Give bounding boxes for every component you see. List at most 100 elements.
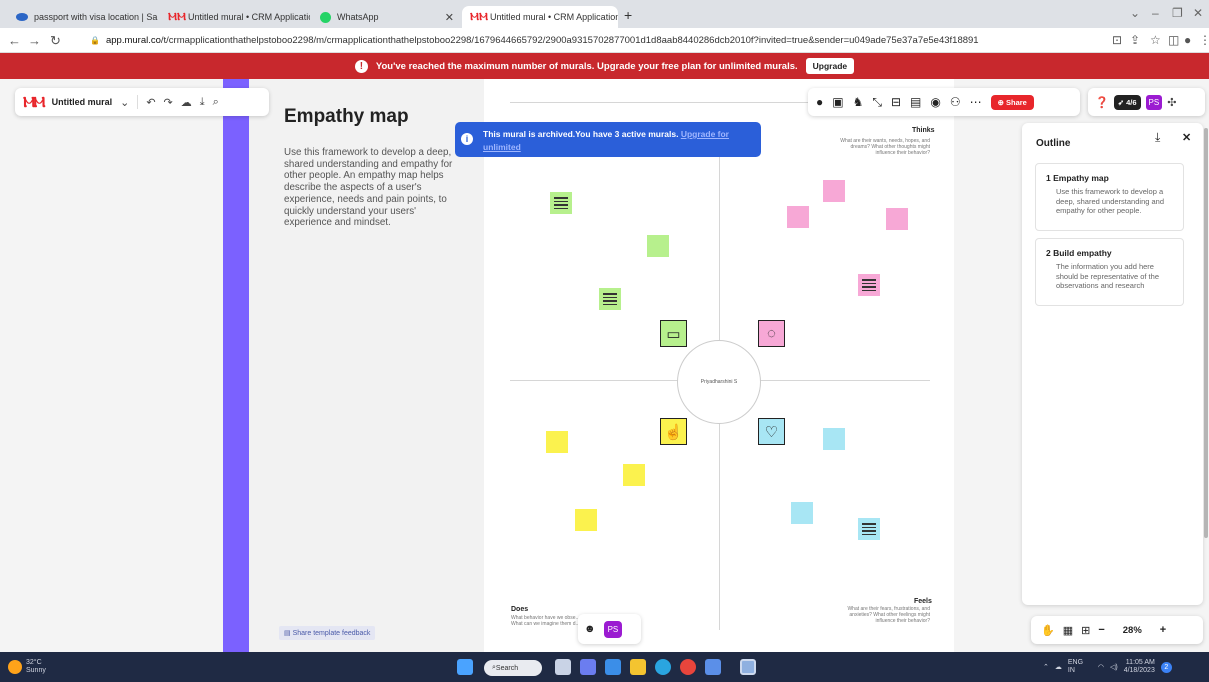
sidepanel-icon[interactable]: ◫ (1168, 33, 1179, 47)
taskbar-search[interactable]: ⌕ Search (484, 660, 542, 676)
scrollbar[interactable] (1204, 128, 1208, 538)
app-active-icon[interactable] (740, 659, 756, 675)
upgrade-banner: ! You've reached the maximum number of m… (0, 53, 1209, 79)
chrome-icon[interactable] (680, 659, 696, 675)
chevron-down-icon[interactable]: ⌄ (1130, 6, 1140, 20)
page-title: Empathy map (284, 106, 409, 127)
outline-item[interactable]: 1 Empathy map Use this framework to deve… (1035, 163, 1184, 231)
sticky-note[interactable] (858, 274, 880, 296)
mural-logo-icon[interactable]: ⲘⲘ (23, 94, 46, 111)
users-icon[interactable]: ⚇ (950, 95, 961, 109)
user-toolbar: ❓ ➶ 4/6 PS ✣ (1088, 88, 1205, 116)
url-field[interactable]: 🔒 app.mural.co/t/crmapplicationthathelps… (90, 32, 1090, 49)
tab-mural-1[interactable]: ⲘⲘ Untitled mural • CRM Application ✕ (160, 6, 310, 28)
sticky-note[interactable] (546, 431, 568, 453)
weather-widget[interactable]: 32°C Sunny (26, 659, 76, 675)
tab-whatsapp[interactable]: WhatsApp ✕ (312, 6, 462, 28)
help-icon[interactable]: ❓ (1095, 96, 1109, 109)
zoom-in-icon[interactable]: + (1160, 624, 1166, 636)
sticky-note[interactable] (858, 518, 880, 540)
upgrade-button[interactable]: Upgrade (805, 58, 855, 74)
chat-app-icon[interactable] (580, 659, 596, 675)
profile-icon[interactable]: ● (1184, 33, 1191, 47)
sticky-note[interactable] (886, 208, 908, 230)
share-feedback-button[interactable]: ▤ Share template feedback (279, 626, 376, 640)
outline-item[interactable]: 2 Build empathy The information you add … (1035, 238, 1184, 306)
share-page-icon[interactable]: ⇪ (1130, 33, 1140, 47)
redo-icon[interactable]: ↷ (164, 96, 173, 109)
sticky-note[interactable] (623, 464, 645, 486)
hand-icon[interactable]: ✋ (1041, 624, 1055, 637)
timer-icon[interactable]: ● (816, 95, 823, 109)
close-icon[interactable]: ✕ (1182, 131, 1191, 144)
window-close-icon[interactable]: ✕ (1193, 6, 1203, 20)
sticky-note[interactable] (647, 235, 669, 257)
tab-passport[interactable]: passport with visa location | Sale ✕ (8, 6, 158, 28)
lock-icon[interactable]: ⊟ (891, 95, 901, 109)
volume-icon[interactable]: ◁) (1110, 663, 1118, 671)
task-view-icon[interactable] (555, 659, 571, 675)
present-icon[interactable]: ▦ (1063, 624, 1073, 637)
windows-start-icon[interactable] (457, 659, 473, 675)
download-icon[interactable]: ⤓ (1155, 130, 1160, 145)
vote-icon[interactable]: ▣ (832, 95, 843, 109)
edge-icon[interactable] (655, 659, 671, 675)
share-button[interactable]: ⊕ Share (990, 94, 1034, 110)
file-explorer-icon[interactable] (630, 659, 646, 675)
sticky-note[interactable] (791, 502, 813, 524)
store-icon[interactable] (605, 659, 621, 675)
undo-icon[interactable]: ↶ (146, 96, 155, 109)
language-indicator[interactable]: ENG IN (1068, 659, 1092, 675)
edge-favicon-icon (16, 13, 28, 21)
avatar[interactable]: PS (603, 620, 623, 638)
restore-icon[interactable]: ❐ (1172, 6, 1183, 20)
sparkle-icon[interactable]: ✣ (1167, 96, 1176, 109)
onboarding-progress[interactable]: ➶ 4/6 (1113, 94, 1141, 110)
new-tab-icon[interactable]: + (624, 7, 632, 23)
back-icon[interactable]: ← (8, 33, 21, 48)
forward-icon[interactable]: → (28, 33, 41, 48)
chat-icon[interactable]: ◉ (930, 95, 940, 109)
avatar[interactable]: PS (1145, 94, 1163, 110)
chevron-up-icon[interactable]: ⌃ (1043, 663, 1049, 671)
template-accent-bar (223, 79, 249, 652)
heart-icon: ♡ (758, 418, 785, 445)
sticky-note[interactable] (823, 428, 845, 450)
weather-icon[interactable] (8, 660, 22, 674)
minimize-icon[interactable]: – (1152, 6, 1159, 20)
search-icon[interactable]: ⌕ (213, 96, 219, 109)
bookmark-star-icon[interactable]: ☆ (1150, 33, 1161, 47)
more-icon[interactable]: ⋯ (970, 95, 982, 109)
sticky-note[interactable] (575, 509, 597, 531)
app-icon[interactable] (705, 659, 721, 675)
download-icon[interactable]: ⤓ (200, 96, 205, 109)
laser-icon[interactable]: ⤡ (872, 95, 882, 110)
sticky-note[interactable] (823, 180, 845, 202)
sticky-note[interactable] (550, 192, 572, 214)
menu-icon[interactable]: ⋮ (1199, 33, 1209, 47)
tab-mural-active[interactable]: ⲘⲘ Untitled mural • CRM Application ✕ (462, 6, 618, 28)
sticky-note[interactable] (599, 288, 621, 310)
cloud-icon[interactable]: ☁ (181, 96, 192, 109)
emoji-icon[interactable]: ☻ (584, 623, 596, 635)
network-icon[interactable]: ☁ (1055, 663, 1062, 671)
clock[interactable]: 11:05 AM 4/18/2023 (1124, 659, 1155, 675)
sticky-note[interactable] (787, 206, 809, 228)
close-icon[interactable]: ✕ (445, 11, 454, 24)
zoom-out-icon[interactable]: − (1098, 624, 1104, 636)
lock-icon: 🔒 (90, 36, 100, 45)
warning-icon: ! (354, 59, 368, 73)
wifi-icon[interactable]: ◠ (1098, 663, 1104, 671)
mural-name[interactable]: Untitled mural (52, 97, 113, 107)
chevron-down-icon[interactable]: ⌄ (120, 96, 129, 109)
tab-title: WhatsApp (337, 12, 379, 22)
mural-logo-icon: ⲘⲘ (168, 10, 187, 23)
private-mode-icon[interactable]: ♞ (853, 95, 864, 109)
thinks-title: Thinks (912, 127, 935, 134)
persona-center[interactable]: Priyadharshini S (677, 340, 761, 424)
notification-icon[interactable]: 2 (1160, 661, 1172, 673)
outline-icon[interactable]: ▤ (910, 95, 921, 109)
reload-icon[interactable]: ↻ (50, 33, 61, 49)
fit-icon[interactable]: ⊞ (1081, 624, 1090, 637)
install-icon[interactable]: ⊡ (1112, 33, 1122, 47)
